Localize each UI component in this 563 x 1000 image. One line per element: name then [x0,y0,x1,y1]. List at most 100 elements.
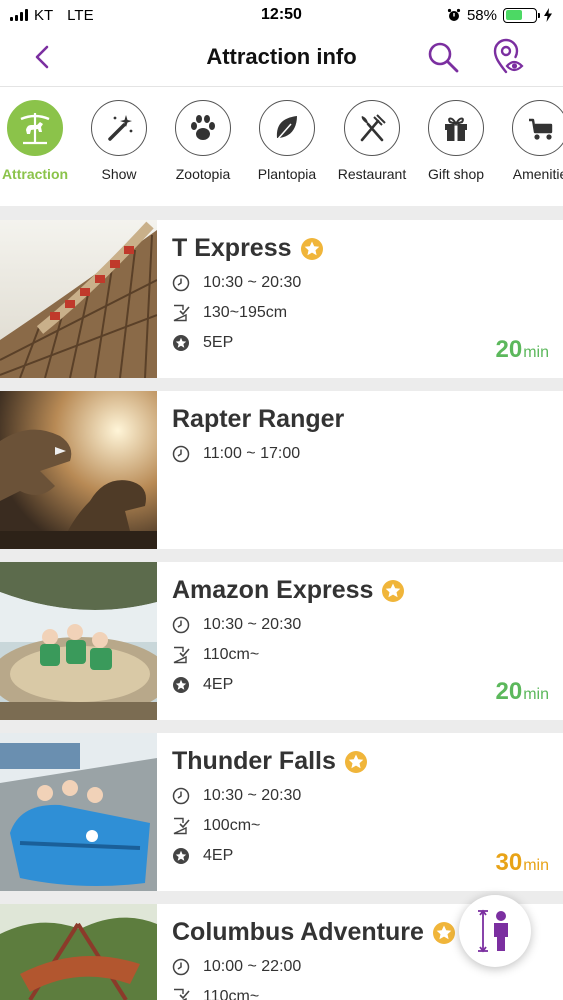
attraction-name-text: Columbus Adventure [172,918,424,946]
ep-row: 5EP [172,334,233,352]
wait-unit: min [523,857,549,874]
attraction-photo [0,733,157,891]
attraction-name-text: Rapter Ranger [172,405,345,433]
divider [0,378,563,391]
signal-icon [10,9,28,21]
category-label: Restaurant [337,166,407,182]
alarm-icon [447,8,461,21]
ep-text: 4EP [203,847,234,864]
hours-row: 11:00 ~ 17:00 [172,445,300,463]
height-check-icon [174,988,190,1000]
wait-value: 20 [495,678,523,705]
attraction-item-amazon-express[interactable]: Amazon Express 10:30 ~ 20:30 110cm~ 4EP … [0,562,563,720]
network-label: LTE [67,6,94,24]
wait-time: 20min [496,336,549,364]
status-bar: KT LTE 12:50 58% [0,0,563,30]
height-row: 130~195cm [172,304,287,322]
wait-time: 20min [496,678,549,706]
height-check-fab[interactable] [459,895,531,967]
star-circle-icon [173,335,189,351]
height-check-icon [173,646,190,664]
attraction-photo [0,220,157,378]
divider [0,206,563,220]
category-label: Zootopia [175,166,231,182]
attraction-name-text: Amazon Express [172,576,374,604]
nav-bar: Attraction info [0,30,563,87]
paw-icon [191,115,215,140]
wait-unit: min [523,686,549,703]
star-circle-icon [173,677,189,693]
category-gift-shop[interactable]: Gift shop [414,100,498,182]
height-text: 110cm~ [203,988,260,1000]
height-text: 110cm~ [203,646,260,663]
star-badge-icon [382,579,405,602]
category-restaurant[interactable]: Restaurant [330,100,414,182]
clock-icon [172,616,190,634]
carrier-label: KT [34,6,54,24]
clock-icon [172,787,190,805]
attraction-item-t-express[interactable]: T Express 10:30 ~ 20:30 130~195cm 5EP 20… [0,220,563,378]
attraction-name-text: Thunder Falls [172,747,336,775]
height-row: 100cm~ [172,817,260,835]
charging-icon [544,8,552,22]
height-check-icon [173,817,190,835]
category-label: Show [101,166,137,182]
divider [0,549,563,562]
hours-text: 10:30 ~ 20:30 [203,787,302,804]
star-badge-icon [432,921,455,944]
hours-text: 11:00 ~ 17:00 [203,445,301,462]
category-amenities[interactable]: Amenitie [498,100,563,182]
height-row: 110cm~ [172,646,259,664]
category-attraction[interactable]: Attraction [0,100,77,182]
category-label: Gift shop [427,166,485,182]
hours-row: 10:30 ~ 20:30 [172,787,301,805]
wait-value: 20 [495,336,523,363]
height-measure-person-icon [478,909,508,953]
category-show[interactable]: Show [77,100,161,182]
attraction-photo [0,391,157,549]
ep-row: 4EP [172,847,233,865]
magic-wand-icon [108,115,133,141]
map-pin-eye-icon[interactable] [492,38,526,76]
star-circle-icon [173,848,189,864]
leaf-icon [276,116,297,141]
height-text: 130~195cm [203,304,288,321]
star-badge-icon [300,237,323,260]
attraction-photo [0,904,157,1000]
battery-percent: 58% [466,6,497,24]
hours-text: 10:30 ~ 20:30 [203,616,302,633]
category-zootopia[interactable]: Zootopia [161,100,245,182]
fork-knife-icon [360,114,386,142]
category-label: Amenitie [512,166,563,182]
carousel-icon [20,113,50,145]
category-label: Plantopia [257,166,317,182]
attraction-name: Thunder Falls [172,747,368,776]
wait-time: 30min [496,849,549,877]
ep-text: 4EP [203,676,234,693]
attraction-photo [0,562,157,720]
attraction-name: Columbus Adventure [172,918,456,947]
hours-row: 10:30 ~ 20:30 [172,616,301,634]
category-bar: Attraction Show Zootopia Plantopia Resta… [0,88,563,206]
wait-value: 30 [495,849,523,876]
attraction-name-text: T Express [172,234,292,262]
hours-row: 10:00 ~ 22:00 [172,958,301,976]
ep-row: 4EP [172,676,233,694]
attraction-item-rapter-ranger[interactable]: Rapter Ranger 11:00 ~ 17:00 [0,391,563,549]
height-text: 100cm~ [203,817,261,834]
star-badge-icon [344,750,367,773]
attraction-name: T Express [172,234,324,263]
attraction-name: Amazon Express [172,576,405,605]
hours-text: 10:00 ~ 22:00 [203,958,302,975]
page-title: Attraction info [206,44,357,69]
wait-unit: min [523,344,549,361]
search-icon[interactable] [426,40,460,74]
attraction-name: Rapter Ranger [172,405,344,434]
attraction-item-thunder-falls[interactable]: Thunder Falls 10:30 ~ 20:30 100cm~ 4EP 3… [0,733,563,891]
clock-icon [172,445,190,463]
hours-text: 10:30 ~ 20:30 [203,274,302,291]
category-plantopia[interactable]: Plantopia [245,100,329,182]
clock-icon [172,274,190,292]
battery-icon [503,7,540,23]
gift-icon [445,117,467,141]
